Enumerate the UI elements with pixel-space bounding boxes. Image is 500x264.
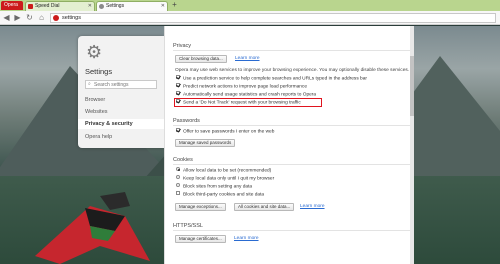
divider: [173, 50, 410, 51]
close-tab-icon[interactable]: ✕: [88, 2, 92, 11]
clear-browsing-data-button[interactable]: Clear browsing data...: [175, 55, 227, 63]
new-tab-button[interactable]: +: [170, 1, 179, 10]
back-arrow-icon[interactable]: ◀: [2, 13, 11, 23]
opera-menu-label: Opera: [4, 2, 18, 8]
radio-button[interactable]: [176, 167, 180, 171]
tab-bar: Opera Speed Dial ✕ Settings ✕ +: [0, 0, 500, 11]
sidebar-title: Settings: [85, 67, 113, 76]
divider: [173, 230, 410, 231]
search-input[interactable]: [94, 81, 156, 88]
settings-favicon-icon: [99, 4, 104, 9]
home-icon[interactable]: ⌂: [37, 13, 46, 23]
tab-label: Speed Dial: [35, 3, 60, 9]
radio-button[interactable]: [176, 183, 180, 187]
checkbox[interactable]: [176, 91, 180, 95]
radio-label: Keep local data only until I quit my bro…: [183, 176, 275, 182]
passwords-section-title: Passwords: [173, 118, 200, 124]
checkbox-prediction-service[interactable]: Use a prediction service to help complet…: [176, 75, 367, 82]
opera-page-icon: [53, 15, 59, 21]
sidebar-item-opera-help[interactable]: Opera help: [85, 134, 112, 140]
checkbox[interactable]: [176, 83, 180, 87]
radio-allow-local-data[interactable]: Allow local data to be set (recommended): [176, 167, 272, 174]
checkbox-label: Block third-party cookies and site data: [183, 192, 265, 198]
all-cookies-button[interactable]: All cookies and site data...: [234, 203, 295, 211]
divider: [173, 125, 410, 126]
radio-button[interactable]: [176, 175, 180, 179]
checkbox-offer-save-passwords[interactable]: Offer to save passwords I enter on the w…: [176, 128, 275, 135]
gear-icon: ⚙: [86, 42, 103, 62]
checkbox-label: Predict network actions to improve page …: [183, 84, 307, 90]
speed-dial-favicon-icon: [28, 4, 33, 9]
settings-sidebar: ⚙ Settings ⌕ Browser Websites Privacy & …: [78, 36, 164, 148]
scrollbar-thumb[interactable]: [410, 56, 414, 116]
forward-arrow-icon[interactable]: ▶: [13, 13, 22, 23]
address-toolbar: ◀ ▶ ↻ ⌂ settings: [0, 11, 500, 25]
https-section-title: HTTPS/SSL: [173, 223, 203, 229]
settings-search[interactable]: ⌕: [85, 80, 157, 89]
checkbox[interactable]: [176, 191, 180, 195]
tab-speed-dial[interactable]: Speed Dial ✕: [25, 1, 95, 11]
divider: [173, 164, 410, 165]
sidebar-item-privacy-security[interactable]: Privacy & security: [78, 119, 164, 129]
https-learn-more-link[interactable]: Learn more: [234, 236, 259, 241]
checkbox[interactable]: [176, 128, 180, 132]
tab-label: Settings: [106, 3, 125, 9]
privacy-learn-more-link[interactable]: Learn more: [235, 56, 260, 61]
privacy-section-title: Privacy: [173, 43, 192, 49]
address-text: settings: [62, 15, 81, 21]
radio-label: Allow local data to be set (recommended): [183, 168, 272, 174]
wingsuit-flyer-image: [35, 192, 150, 264]
scrollbar[interactable]: [410, 26, 414, 264]
checkbox-block-third-party[interactable]: Block third-party cookies and site data: [176, 191, 265, 198]
privacy-description: Opera may use web services to improve yo…: [175, 68, 410, 73]
checkbox[interactable]: [176, 75, 180, 79]
radio-keep-until-quit[interactable]: Keep local data only until I quit my bro…: [176, 175, 275, 182]
tab-settings[interactable]: Settings ✕: [96, 1, 168, 11]
close-tab-icon[interactable]: ✕: [161, 2, 165, 11]
radio-block-sites[interactable]: Block sites from setting any data: [176, 183, 253, 190]
cookies-section-title: Cookies: [173, 157, 193, 163]
checkbox-label: Automatically send usage statistics and …: [183, 92, 317, 98]
sidebar-item-websites[interactable]: Websites: [85, 109, 108, 115]
manage-exceptions-button[interactable]: Manage exceptions...: [175, 203, 226, 211]
do-not-track-highlight-box: [174, 98, 322, 107]
opera-menu-button[interactable]: Opera: [1, 1, 23, 10]
checkbox-label: Offer to save passwords I enter on the w…: [183, 129, 275, 135]
search-icon: ⌕: [88, 81, 91, 87]
radio-label: Block sites from setting any data: [183, 184, 253, 190]
checkbox-predict-network[interactable]: Predict network actions to improve page …: [176, 83, 307, 90]
manage-certificates-button[interactable]: Manage certificates...: [175, 235, 226, 243]
address-bar[interactable]: settings: [50, 13, 496, 23]
reload-icon[interactable]: ↻: [25, 13, 34, 23]
checkbox-label: Use a prediction service to help complet…: [183, 76, 367, 82]
sidebar-item-browser[interactable]: Browser: [85, 97, 105, 103]
cookies-learn-more-link[interactable]: Learn more: [300, 204, 325, 209]
manage-saved-passwords-button[interactable]: Manage saved passwords: [175, 139, 236, 147]
